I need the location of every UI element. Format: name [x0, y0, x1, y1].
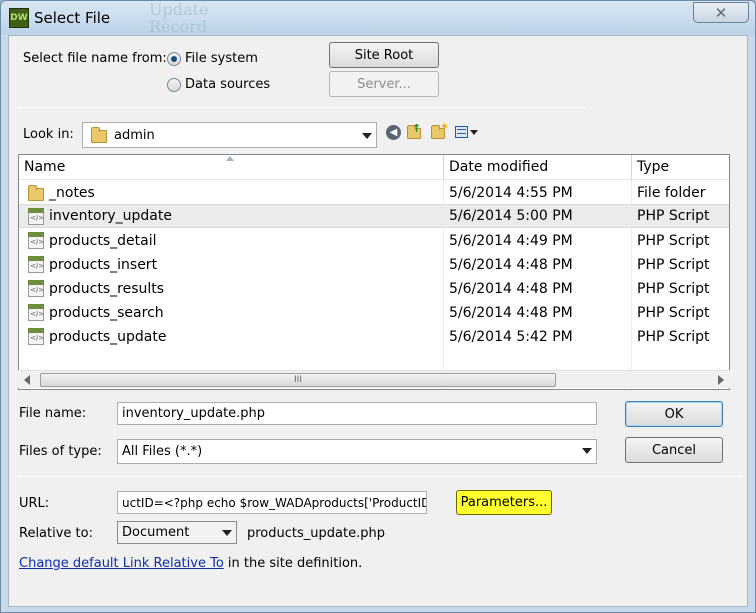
table-row[interactable]: inventory_update 5/6/2014 5:00 PM PHP Sc…: [19, 204, 729, 228]
file-name-cell: _notes: [49, 185, 95, 201]
table-row[interactable]: products_insert 5/6/2014 4:48 PM PHP Scr…: [19, 253, 729, 277]
scroll-grip-icon: III: [294, 375, 302, 385]
file-system-radio[interactable]: [167, 52, 181, 66]
relative-to-file: products_update.php: [247, 526, 385, 541]
folder-icon: [91, 127, 107, 143]
file-list[interactable]: Name Date modified Type _notes 5/6/2014 …: [18, 154, 730, 390]
close-button[interactable]: ✕: [693, 2, 749, 23]
up-folder-icon[interactable]: ↑: [407, 122, 424, 141]
column-header-name[interactable]: Name: [19, 155, 444, 180]
php-file-icon: [28, 208, 44, 225]
file-name-label: File name:: [19, 406, 87, 421]
chevron-down-icon: [362, 133, 372, 139]
column-header-date[interactable]: Date modified: [444, 155, 632, 180]
file-name-cell: products_results: [49, 281, 165, 297]
close-icon: ✕: [714, 3, 728, 22]
relative-to-select[interactable]: Document: [117, 521, 237, 544]
file-system-label[interactable]: File system: [185, 51, 258, 66]
type-cell: PHP Script: [637, 329, 710, 345]
chevron-down-icon: [582, 448, 592, 454]
file-name-cell: products_insert: [49, 257, 158, 273]
sort-ascending-icon: [226, 156, 234, 161]
type-cell: PHP Script: [637, 281, 710, 297]
scroll-thumb[interactable]: III: [40, 373, 556, 387]
data-sources-label[interactable]: Data sources: [185, 77, 270, 92]
new-folder-icon[interactable]: ✶: [431, 120, 449, 141]
look-in-label: Look in:: [23, 127, 74, 142]
separator: [18, 476, 742, 477]
view-menu-icon[interactable]: [455, 125, 479, 140]
type-cell: File folder: [637, 185, 706, 201]
php-file-icon: [28, 256, 44, 273]
change-link-relative-link[interactable]: Change default Link Relative To: [19, 556, 224, 571]
table-row[interactable]: products_search 5/6/2014 4:48 PM PHP Scr…: [19, 301, 729, 325]
file-name-cell: products_search: [49, 305, 164, 321]
type-cell: PHP Script: [637, 305, 710, 321]
type-cell: PHP Script: [637, 257, 710, 273]
date-cell: 5/6/2014 4:48 PM: [449, 257, 573, 273]
date-cell: 5/6/2014 4:55 PM: [449, 185, 573, 201]
footer-suffix: in the site definition.: [223, 556, 363, 571]
server-button[interactable]: Server...: [329, 71, 439, 97]
look-in-combo[interactable]: admin: [82, 122, 377, 148]
site-root-button[interactable]: Site Root: [329, 42, 439, 68]
php-file-icon: [28, 304, 44, 321]
file-name-cell: products_detail: [49, 233, 157, 249]
select-file-dialog: Update Record DW Select File ✕ Select fi…: [0, 0, 756, 613]
dialog-title: Select File: [34, 9, 111, 27]
files-of-type-label: Files of type:: [19, 444, 102, 459]
dialog-body: Select file name from: File system Data …: [8, 35, 748, 607]
data-sources-radio[interactable]: [167, 78, 181, 92]
cancel-button[interactable]: Cancel: [625, 437, 723, 463]
chevron-down-icon: [222, 530, 232, 536]
file-name-cell: products_update: [49, 329, 167, 345]
select-source-label: Select file name from:: [23, 51, 167, 66]
date-cell: 5/6/2014 4:48 PM: [449, 281, 573, 297]
file-name-cell: inventory_update: [49, 208, 172, 224]
php-file-icon: [28, 280, 44, 297]
php-file-icon: [28, 328, 44, 345]
ok-button[interactable]: OK: [625, 401, 723, 427]
scroll-left-icon[interactable]: [24, 375, 30, 385]
table-row[interactable]: products_detail 5/6/2014 4:49 PM PHP Scr…: [19, 229, 729, 253]
files-of-type-value: All Files (*.*): [122, 444, 203, 459]
date-cell: 5/6/2014 4:48 PM: [449, 305, 573, 321]
files-of-type-select[interactable]: All Files (*.*): [117, 439, 597, 464]
date-cell: 5/6/2014 4:49 PM: [449, 233, 573, 249]
table-row[interactable]: products_results 5/6/2014 4:48 PM PHP Sc…: [19, 277, 729, 301]
footer-text: Change default Link Relative To in the s…: [19, 556, 362, 571]
dreamweaver-app-icon: DW: [9, 8, 29, 28]
background-window-text: Update Record: [149, 0, 209, 36]
table-row[interactable]: _notes 5/6/2014 4:55 PM File folder: [19, 181, 729, 205]
back-icon[interactable]: ◀: [386, 125, 401, 140]
date-cell: 5/6/2014 5:42 PM: [449, 329, 573, 345]
table-row[interactable]: products_update 5/6/2014 5:42 PM PHP Scr…: [19, 325, 729, 349]
title-bar[interactable]: Update Record DW Select File ✕: [1, 0, 755, 36]
relative-to-label: Relative to:: [19, 526, 93, 541]
type-cell: PHP Script: [637, 208, 710, 224]
column-header-type[interactable]: Type: [632, 155, 729, 180]
folder-icon: [28, 185, 44, 201]
url-input[interactable]: uctID=<?php echo $row_WADAproducts['Prod…: [117, 491, 427, 514]
file-name-input[interactable]: [117, 402, 597, 425]
relative-to-value: Document: [122, 525, 190, 540]
look-in-value: admin: [114, 127, 155, 143]
date-cell: 5/6/2014 5:00 PM: [449, 208, 573, 224]
separator: [18, 107, 586, 108]
php-file-icon: [28, 232, 44, 249]
horizontal-scrollbar[interactable]: III: [18, 370, 730, 388]
url-label: URL:: [19, 496, 50, 511]
type-cell: PHP Script: [637, 233, 710, 249]
parameters-button[interactable]: Parameters...: [456, 490, 552, 515]
scroll-right-icon[interactable]: [718, 375, 724, 385]
